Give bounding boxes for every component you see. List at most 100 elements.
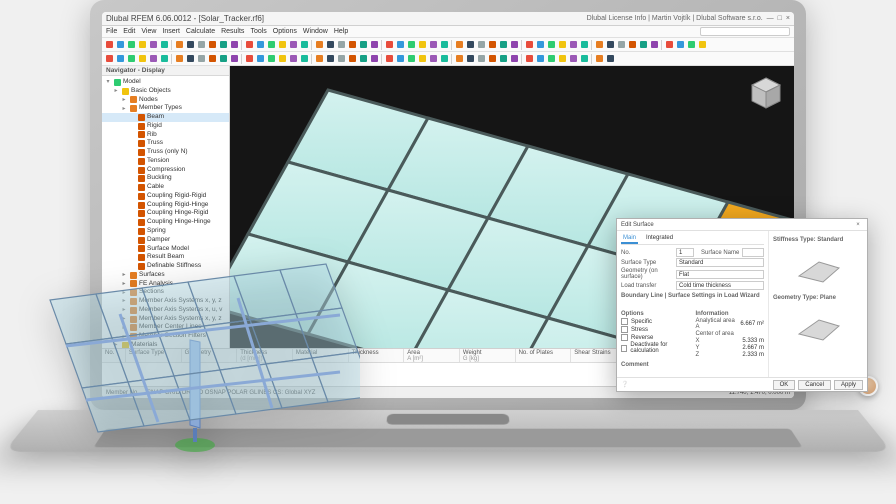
- toolbar-button[interactable]: [336, 40, 346, 50]
- toolbar-button[interactable]: [384, 40, 394, 50]
- toolbar-button[interactable]: [137, 40, 147, 50]
- name-field[interactable]: [742, 248, 764, 257]
- toolbar-button[interactable]: [255, 54, 265, 64]
- toolbar-button[interactable]: [115, 40, 125, 50]
- toolbar-button[interactable]: [384, 54, 394, 64]
- tree-item[interactable]: Truss (only N): [102, 148, 229, 157]
- toolbar-button[interactable]: [196, 40, 206, 50]
- toolbar-button[interactable]: [207, 40, 217, 50]
- toolbar-button[interactable]: [579, 54, 589, 64]
- toolbar-button[interactable]: [229, 54, 239, 64]
- tree-item[interactable]: Coupling Rigid-Rigid: [102, 192, 229, 201]
- menu-results[interactable]: Results: [221, 28, 244, 35]
- menu-insert[interactable]: Insert: [162, 28, 180, 35]
- toolbar-button[interactable]: [535, 54, 545, 64]
- toolbar-button[interactable]: [229, 40, 239, 50]
- toolbar-button[interactable]: [395, 54, 405, 64]
- toolbar-button[interactable]: [325, 40, 335, 50]
- toolbar-button[interactable]: [277, 40, 287, 50]
- toolbar-button[interactable]: [417, 54, 427, 64]
- tree-item[interactable]: Tension: [102, 157, 229, 166]
- toolbar-button[interactable]: [627, 40, 637, 50]
- dialog-help-icon[interactable]: ❔: [621, 381, 628, 388]
- toolbar-button[interactable]: [616, 40, 626, 50]
- toolbar-button[interactable]: [159, 40, 169, 50]
- tree-item[interactable]: ▸Nodes: [102, 96, 229, 105]
- toolbar-button[interactable]: [605, 40, 615, 50]
- toolbar-button[interactable]: [159, 54, 169, 64]
- toolbar-button[interactable]: [314, 54, 324, 64]
- tree-item[interactable]: Spring: [102, 227, 229, 236]
- tab-main[interactable]: Main: [621, 234, 638, 244]
- tree-item[interactable]: ▸Member Types: [102, 104, 229, 113]
- loadtransfer-select[interactable]: Cold time thickness: [676, 281, 764, 290]
- tree-item[interactable]: ▸Basic Objects: [102, 87, 229, 96]
- toolbar-button[interactable]: [299, 54, 309, 64]
- toolbar-button[interactable]: [288, 40, 298, 50]
- toolbar-button[interactable]: [358, 40, 368, 50]
- toolbar-button[interactable]: [594, 54, 604, 64]
- boundary-field[interactable]: [621, 300, 764, 308]
- window-minimize-icon[interactable]: —: [767, 15, 774, 22]
- toolbar-button[interactable]: [557, 40, 567, 50]
- toolbar-button[interactable]: [395, 40, 405, 50]
- toolbar-button[interactable]: [439, 40, 449, 50]
- toolbar-button[interactable]: [255, 40, 265, 50]
- tree-item[interactable]: Compression: [102, 166, 229, 175]
- toolbar-button[interactable]: [196, 54, 206, 64]
- toolbar-button[interactable]: [174, 40, 184, 50]
- table-col-header[interactable]: WeightG [kg]: [460, 349, 516, 362]
- toolbar-button[interactable]: [299, 40, 309, 50]
- toolbar-button[interactable]: [605, 54, 615, 64]
- toolbar-button[interactable]: [664, 40, 674, 50]
- option-checkbox[interactable]: Specific: [621, 318, 690, 325]
- toolbar-button[interactable]: [126, 54, 136, 64]
- toolbar-button[interactable]: [288, 54, 298, 64]
- toolbar-button[interactable]: [218, 54, 228, 64]
- toolbar-button[interactable]: [524, 40, 534, 50]
- toolbar-button[interactable]: [509, 40, 519, 50]
- tree-item[interactable]: Buckling: [102, 174, 229, 183]
- tree-item[interactable]: Truss: [102, 139, 229, 148]
- menu-file[interactable]: File: [106, 28, 117, 35]
- toolbar-button[interactable]: [649, 40, 659, 50]
- toolbar-button[interactable]: [568, 54, 578, 64]
- option-checkbox[interactable]: Reverse: [621, 334, 690, 341]
- tree-item[interactable]: Rigid: [102, 122, 229, 131]
- toolbar-button[interactable]: [557, 54, 567, 64]
- tree-item[interactable]: Cable: [102, 183, 229, 192]
- toolbar-button[interactable]: [686, 40, 696, 50]
- toolbar-button[interactable]: [498, 54, 508, 64]
- toolbar-button[interactable]: [369, 54, 379, 64]
- toolbar-button[interactable]: [428, 54, 438, 64]
- tree-item[interactable]: Rib: [102, 131, 229, 140]
- toolbar-button[interactable]: [185, 40, 195, 50]
- toolbar-button[interactable]: [487, 40, 497, 50]
- toolbar-button[interactable]: [454, 40, 464, 50]
- toolbar-button[interactable]: [546, 40, 556, 50]
- type-select[interactable]: Standard: [676, 258, 764, 267]
- toolbar-button[interactable]: [579, 40, 589, 50]
- toolbar-button[interactable]: [428, 40, 438, 50]
- edit-surface-dialog[interactable]: Edit Surface × Main Integrated No. 1 Sur…: [616, 218, 868, 392]
- menu-edit[interactable]: Edit: [123, 28, 135, 35]
- tree-item[interactable]: Beam: [102, 113, 229, 122]
- toolbar-button[interactable]: [207, 54, 217, 64]
- toolbar-button[interactable]: [417, 40, 427, 50]
- toolbar-button[interactable]: [535, 40, 545, 50]
- toolbar-button[interactable]: [347, 40, 357, 50]
- toolbar-button[interactable]: [465, 40, 475, 50]
- tree-item[interactable]: Coupling Hinge-Hinge: [102, 218, 229, 227]
- toolbar-button[interactable]: [594, 40, 604, 50]
- apply-button[interactable]: Apply: [834, 380, 863, 390]
- menu-view[interactable]: View: [141, 28, 156, 35]
- toolbar-button[interactable]: [244, 40, 254, 50]
- option-checkbox[interactable]: Stress: [621, 326, 690, 333]
- tree-item[interactable]: Damper: [102, 236, 229, 245]
- toolbar-button[interactable]: [277, 54, 287, 64]
- toolbar-button[interactable]: [439, 54, 449, 64]
- toolbar-button[interactable]: [524, 54, 534, 64]
- toolbar-button[interactable]: [487, 54, 497, 64]
- toolbar-button[interactable]: [148, 54, 158, 64]
- table-col-header[interactable]: AreaA [m²]: [404, 349, 460, 362]
